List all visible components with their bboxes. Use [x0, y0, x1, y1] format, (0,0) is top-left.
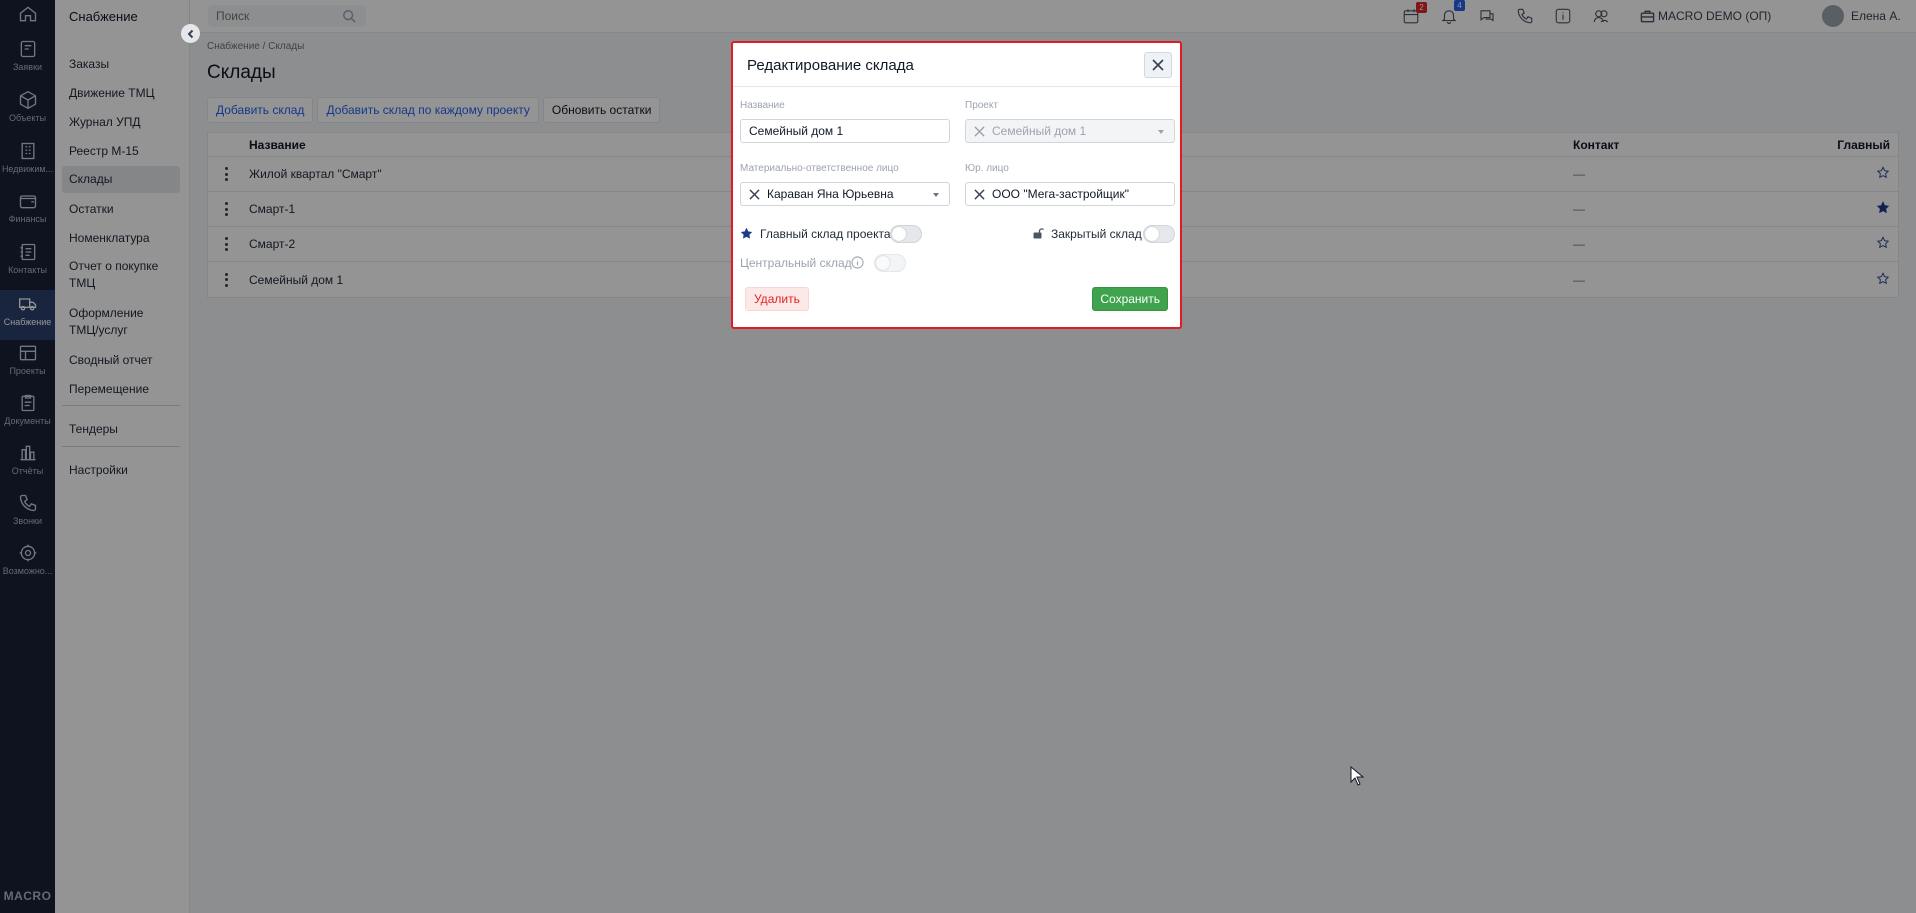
close-icon [1152, 59, 1164, 71]
central-warehouse-toggle [874, 254, 906, 272]
clear-icon[interactable] [974, 188, 985, 200]
dialog-header: Редактирование склада [733, 43, 1180, 87]
clear-icon[interactable] [749, 188, 760, 200]
chevron-left-icon [187, 29, 193, 38]
close-button[interactable] [1144, 52, 1172, 78]
delete-button[interactable]: Удалить [745, 287, 809, 311]
save-button[interactable]: Сохранить [1092, 287, 1168, 311]
responsible-value: Караван Яна Юрьевна [767, 187, 894, 201]
project-label: Проект [965, 100, 998, 111]
project-value: Семейный дом 1 [992, 124, 1087, 138]
central-warehouse-label: Центральный склад [740, 256, 852, 270]
lock-open-icon [1033, 228, 1044, 239]
chevron-down-icon [1158, 130, 1164, 134]
name-value: Семейный дом 1 [749, 124, 844, 138]
responsible-select[interactable]: Караван Яна Юрьевна [740, 182, 950, 206]
name-field[interactable]: Семейный дом 1 [740, 119, 950, 143]
legal-entity-value: ООО "Мега-застройщик" [992, 187, 1129, 201]
closed-warehouse-label: Закрытый склад [1051, 227, 1142, 241]
responsible-label: Материально-ответственное лицо [740, 163, 899, 174]
clear-icon [974, 125, 985, 137]
edit-warehouse-dialog: Редактирование склада Название Семейный … [731, 41, 1182, 329]
chevron-down-icon [933, 193, 939, 197]
legal-entity-select[interactable]: ООО "Мега-застройщик" [965, 182, 1175, 206]
sidebar-collapse-button[interactable] [181, 24, 200, 43]
project-select: Семейный дом 1 [965, 119, 1175, 143]
info-icon[interactable] [851, 256, 864, 269]
closed-warehouse-toggle[interactable] [1143, 225, 1175, 243]
main-project-warehouse-toggle[interactable] [890, 225, 922, 243]
star-filled-icon [740, 227, 753, 239]
legal-entity-label: Юр. лицо [965, 163, 1009, 174]
mouse-cursor-icon [1350, 766, 1364, 786]
main-project-warehouse-label: Главный склад проекта [760, 227, 891, 241]
dialog-title: Редактирование склада [747, 57, 914, 74]
name-label: Название [740, 100, 785, 111]
